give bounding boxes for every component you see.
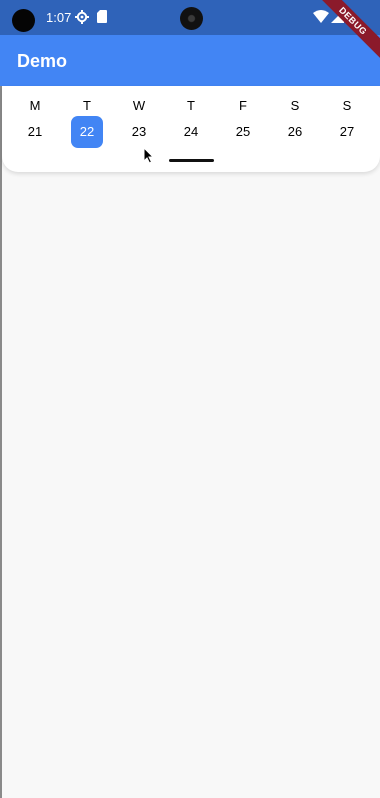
day-friday[interactable]: F 25	[217, 86, 269, 156]
weekday-label: S	[342, 98, 352, 113]
day-tuesday[interactable]: T 22	[61, 86, 113, 156]
week-calendar: M 21 T 22 W 23 T 24 F 25 S 26 S 27	[2, 86, 380, 172]
status-time: 1:07	[46, 10, 72, 25]
wifi-icon	[313, 10, 329, 23]
front-camera	[180, 7, 203, 30]
weekday-label: M	[29, 98, 41, 113]
selected-date-button[interactable]: 22	[71, 116, 103, 148]
status-bar: 1:07	[0, 0, 380, 35]
date-button[interactable]: 25	[227, 116, 259, 148]
weekday-label: F	[239, 98, 247, 113]
app-bar: Demo	[0, 35, 380, 86]
date-button[interactable]: 27	[331, 116, 363, 148]
day-sunday[interactable]: S 27	[321, 86, 373, 156]
weekday-label: T	[187, 98, 195, 113]
weekday-label: S	[290, 98, 300, 113]
sd-card-icon	[97, 10, 107, 23]
settings-gear-icon	[75, 10, 89, 24]
day-saturday[interactable]: S 26	[269, 86, 321, 156]
date-button[interactable]: 24	[175, 116, 207, 148]
weekday-label: T	[83, 98, 91, 113]
date-button[interactable]: 21	[19, 116, 51, 148]
day-wednesday[interactable]: W 23	[113, 86, 165, 156]
weekday-label: W	[132, 98, 146, 113]
drag-handle[interactable]	[169, 159, 214, 162]
camera-cutout	[12, 9, 35, 32]
date-button[interactable]: 23	[123, 116, 155, 148]
app-title: Demo	[17, 51, 68, 71]
date-button[interactable]: 26	[279, 116, 311, 148]
mouse-cursor-icon	[143, 147, 155, 164]
day-monday[interactable]: M 21	[9, 86, 61, 156]
day-thursday[interactable]: T 24	[165, 86, 217, 156]
